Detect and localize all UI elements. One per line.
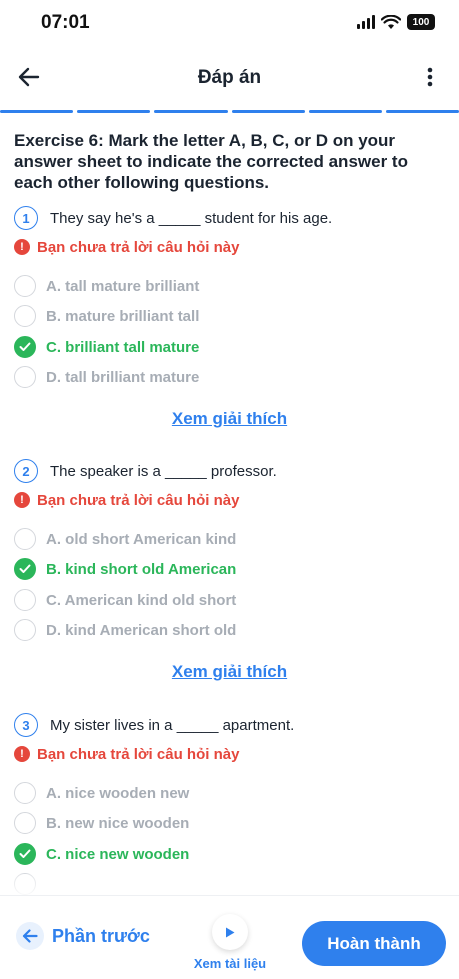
signal-icon (357, 15, 375, 29)
explanation-link[interactable]: Xem giải thích (14, 409, 445, 429)
more-options-button[interactable] (415, 62, 445, 92)
question-1: 1 They say he's a _____ student for his … (14, 205, 445, 445)
option-a[interactable]: A. tall mature brilliant (14, 274, 199, 298)
radio-icon (14, 812, 36, 834)
view-document-button[interactable]: Xem tài liệu (190, 914, 270, 971)
more-vertical-icon (427, 67, 433, 87)
status-bar: 07:01 100 (0, 0, 459, 48)
previous-section-button[interactable]: Phần trước (16, 922, 150, 950)
question-text: My sister lives in a _____ apartment. (50, 716, 295, 734)
battery-icon: 100 (407, 14, 435, 30)
question-3: 3 My sister lives in a _____ apartment. … (14, 712, 445, 895)
check-circle-icon (14, 843, 36, 865)
explanation-link[interactable]: Xem giải thích (14, 662, 445, 682)
option-d[interactable]: D. kind American short old (14, 618, 236, 642)
play-icon (212, 914, 248, 950)
unanswered-warning: ! Bạn chưa trả lời câu hỏi này (14, 744, 445, 764)
page-title: Đáp án (197, 67, 262, 88)
question-2: 2 The speaker is a _____ professor. ! Bạ… (14, 458, 445, 698)
question-text: They say he's a _____ student for his ag… (50, 209, 333, 227)
header: Đáp án (0, 48, 459, 110)
progress-segment[interactable] (308, 110, 382, 113)
status-time: 07:01 (41, 12, 90, 33)
arrow-left-icon (16, 922, 44, 950)
unanswered-warning: ! Bạn chưa trả lời câu hỏi này (14, 237, 445, 257)
check-circle-icon (14, 558, 36, 580)
progress-segment[interactable] (231, 110, 305, 113)
option-b[interactable]: B. mature brilliant tall (14, 304, 199, 328)
complete-button[interactable]: Hoàn thành (302, 921, 446, 966)
alert-icon: ! (14, 746, 30, 762)
alert-icon: ! (14, 492, 30, 508)
progress-segments (0, 110, 459, 113)
option-b[interactable]: B. new nice wooden (14, 811, 189, 835)
wifi-icon (381, 14, 401, 29)
unanswered-warning: ! Bạn chưa trả lời câu hỏi này (14, 490, 445, 510)
radio-icon (14, 782, 36, 804)
bottom-bar: Phần trước Xem tài liệu Hoàn thành (0, 895, 459, 979)
option-c[interactable]: C. nice new wooden (14, 842, 189, 866)
check-circle-icon (14, 336, 36, 358)
option-d[interactable]: D. tall brilliant mature (14, 365, 199, 389)
radio-icon (14, 528, 36, 550)
alert-icon: ! (14, 239, 30, 255)
progress-segment[interactable] (154, 110, 228, 113)
question-number: 3 (14, 713, 38, 737)
option-c[interactable]: C. American kind old short (14, 588, 236, 612)
progress-segment[interactable] (385, 110, 459, 113)
question-number: 2 (14, 459, 38, 483)
option-b[interactable]: B. kind short old American (14, 557, 236, 581)
question-number: 1 (14, 206, 38, 230)
progress-segment[interactable] (0, 110, 74, 113)
status-icons: 100 (357, 14, 435, 30)
question-text: The speaker is a _____ professor. (50, 462, 277, 480)
exercise-header: Exercise 6: Mark the letter A, B, C, or … (14, 130, 445, 193)
option-c[interactable]: C. brilliant tall mature (14, 335, 199, 359)
radio-icon (14, 275, 36, 297)
option-a[interactable]: A. nice wooden new (14, 781, 189, 805)
option-a[interactable]: A. old short American kind (14, 527, 236, 551)
exercise-title: Exercise 6: Mark the letter A, B, C, or … (14, 131, 408, 192)
radio-icon (14, 589, 36, 611)
radio-icon (14, 305, 36, 327)
progress-segment[interactable] (77, 110, 151, 113)
radio-icon (14, 366, 36, 388)
radio-icon (14, 619, 36, 641)
